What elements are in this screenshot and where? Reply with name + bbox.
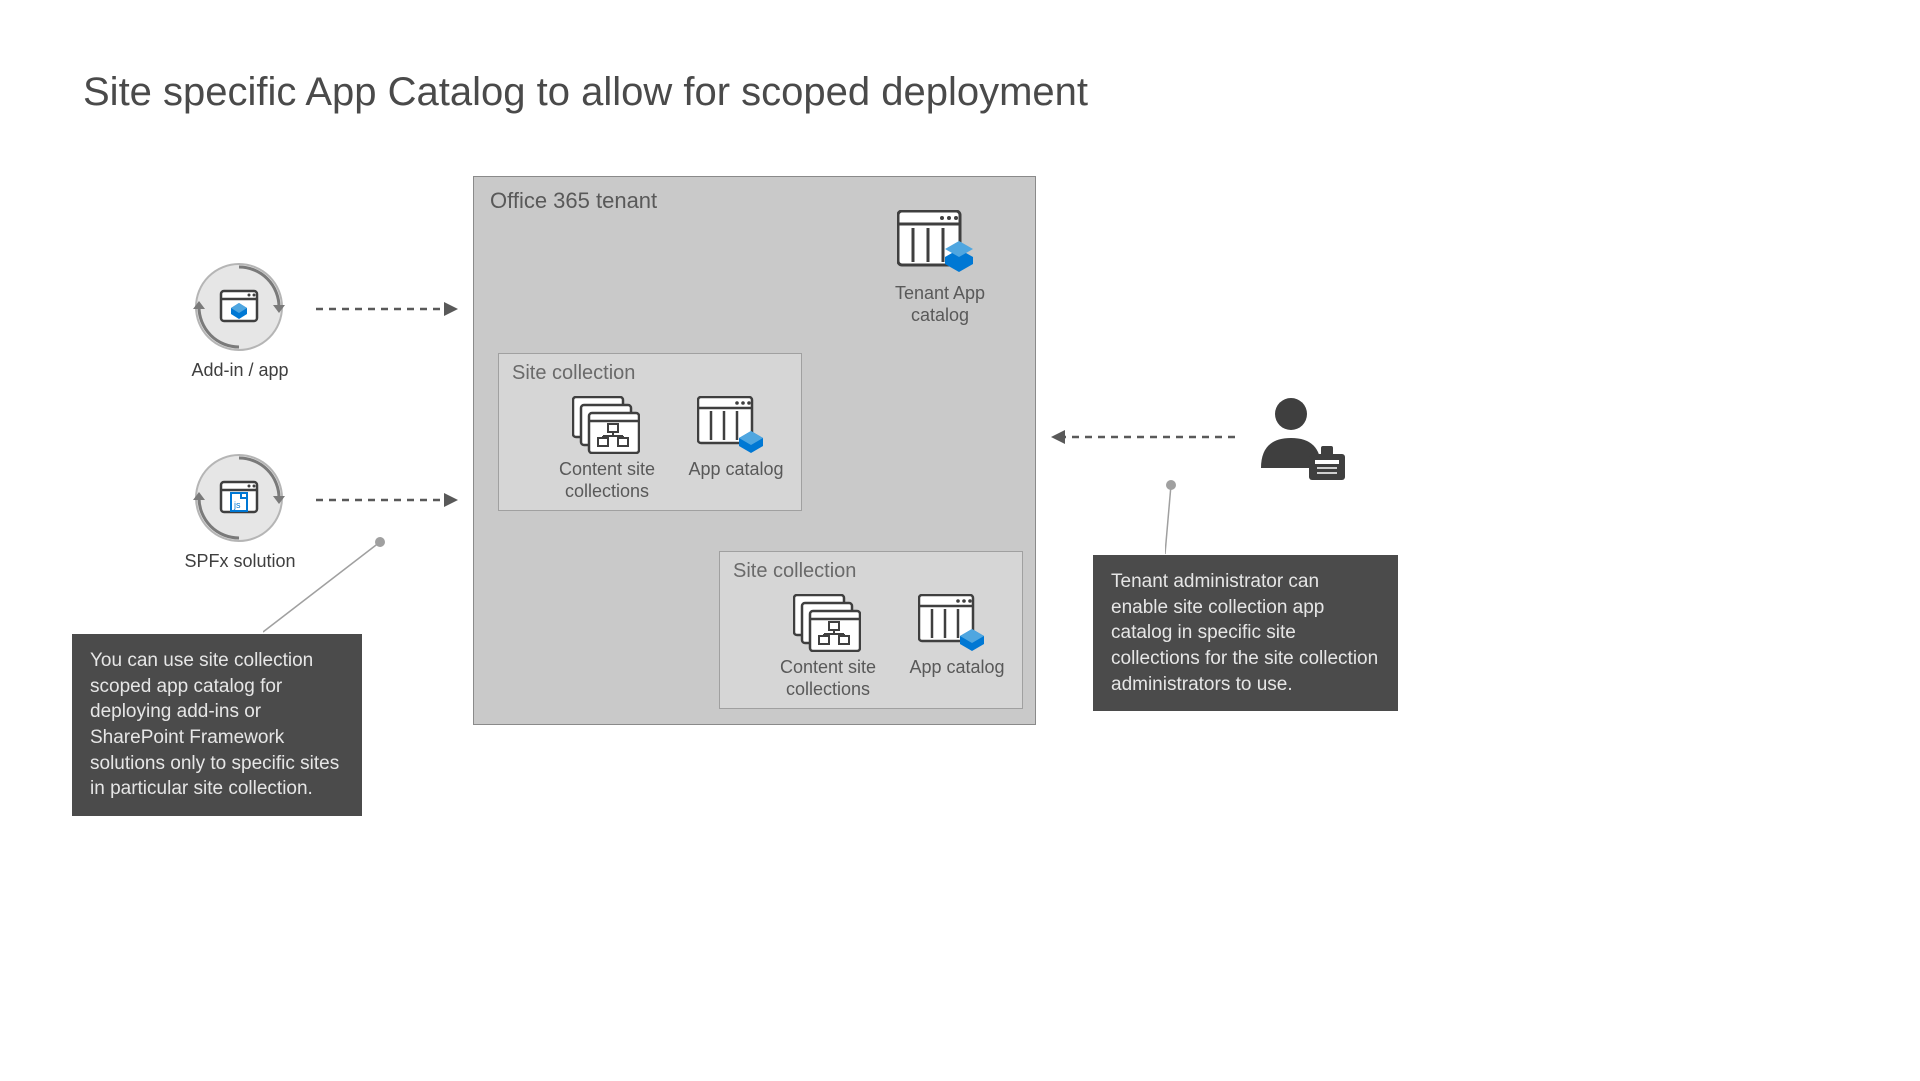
callout-right-leader [1165, 478, 1245, 558]
app-catalog-label-2: App catalog [897, 657, 1017, 679]
content-sites-icon-1 [572, 396, 640, 454]
callout-left: You can use site collection scoped app c… [72, 634, 362, 816]
content-sites-label-2: Content site collections [773, 657, 883, 700]
app-catalog-icon-2 [918, 594, 988, 654]
callout-right: Tenant administrator can enable site col… [1093, 555, 1398, 711]
svg-text:js: js [233, 500, 241, 510]
addin-cycle-icon [193, 261, 285, 353]
spfx-cycle-icon: js [193, 452, 285, 544]
arrow-admin-to-tenant [1047, 427, 1237, 447]
page-title: Site specific App Catalog to allow for s… [83, 70, 1088, 115]
app-catalog-label-1: App catalog [676, 459, 796, 481]
tenant-label: Office 365 tenant [490, 188, 657, 214]
tenant-app-catalog-icon [897, 210, 977, 278]
addin-label: Add-in / app [180, 360, 300, 381]
site-collection-2-label: Site collection [733, 560, 856, 583]
app-catalog-icon-1 [697, 396, 767, 456]
arrow-spfx-to-tenant [316, 490, 461, 510]
arrow-addin-to-tenant [316, 299, 461, 319]
tenant-app-catalog-label: Tenant App catalog [870, 283, 1010, 326]
site-collection-1-label: Site collection [512, 362, 635, 385]
content-sites-label-1: Content site collections [552, 459, 662, 502]
callout-left-leader [263, 536, 393, 636]
admin-user-icon [1249, 388, 1349, 488]
content-sites-icon-2 [793, 594, 861, 652]
